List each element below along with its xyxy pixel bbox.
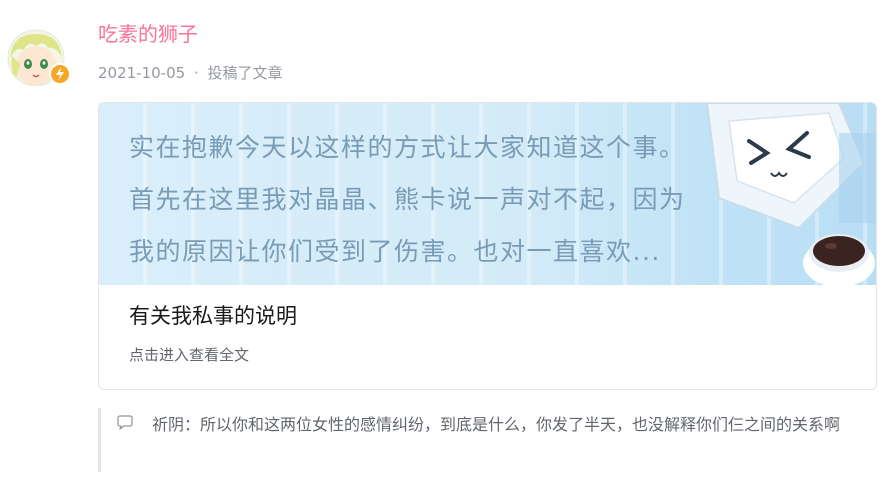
read-full-article-link[interactable]: 点击进入查看全文 <box>129 344 249 366</box>
post-date: 2021-10-05 <box>98 64 186 82</box>
lightning-badge-icon <box>49 63 71 85</box>
article-banner: 实在抱歉今天以这样的方式让大家知道这个事。 首先在这里我对晶晶、熊卡说一声对不起… <box>99 103 876 285</box>
banner-line: 首先在这里我对晶晶、熊卡说一声对不起，因为 <box>129 185 686 214</box>
post-card: 吃素的狮子 2021-10-05 · 投稿了文章 实在抱歉今天以这样的方式让大家… <box>0 0 883 487</box>
author-name[interactable]: 吃素的狮子 <box>98 20 198 48</box>
post-meta: 2021-10-05 · 投稿了文章 <box>98 62 283 84</box>
post-action: 投稿了文章 <box>207 64 283 82</box>
article-title[interactable]: 有关我私事的说明 <box>129 301 297 331</box>
comment-quote-bar <box>98 408 101 472</box>
banner-line: 实在抱歉今天以这样的方式让大家知道这个事。 <box>129 133 686 162</box>
avatar[interactable] <box>4 28 72 86</box>
comment: 祈阴：所以你和这两位女性的感情纠纷，到底是什么，你发了半天，也没解释你们仨之间的… <box>152 410 883 440</box>
article-card[interactable]: 实在抱歉今天以这样的方式让大家知道这个事。 首先在这里我对晶晶、熊卡说一声对不起… <box>98 102 877 390</box>
meta-separator: · <box>193 64 199 82</box>
tv-mascot-and-coffee-illustration <box>705 103 876 285</box>
speech-bubble-icon <box>117 415 133 430</box>
banner-line: 我的原因让你们受到了伤害。也对一直喜欢... <box>129 237 661 266</box>
comment-author[interactable]: 祈阴： <box>152 415 200 434</box>
comment-body: 所以你和这两位女性的感情纠纷，到底是什么，你发了半天，也没解释你们仨之间的关系啊 <box>200 415 841 434</box>
